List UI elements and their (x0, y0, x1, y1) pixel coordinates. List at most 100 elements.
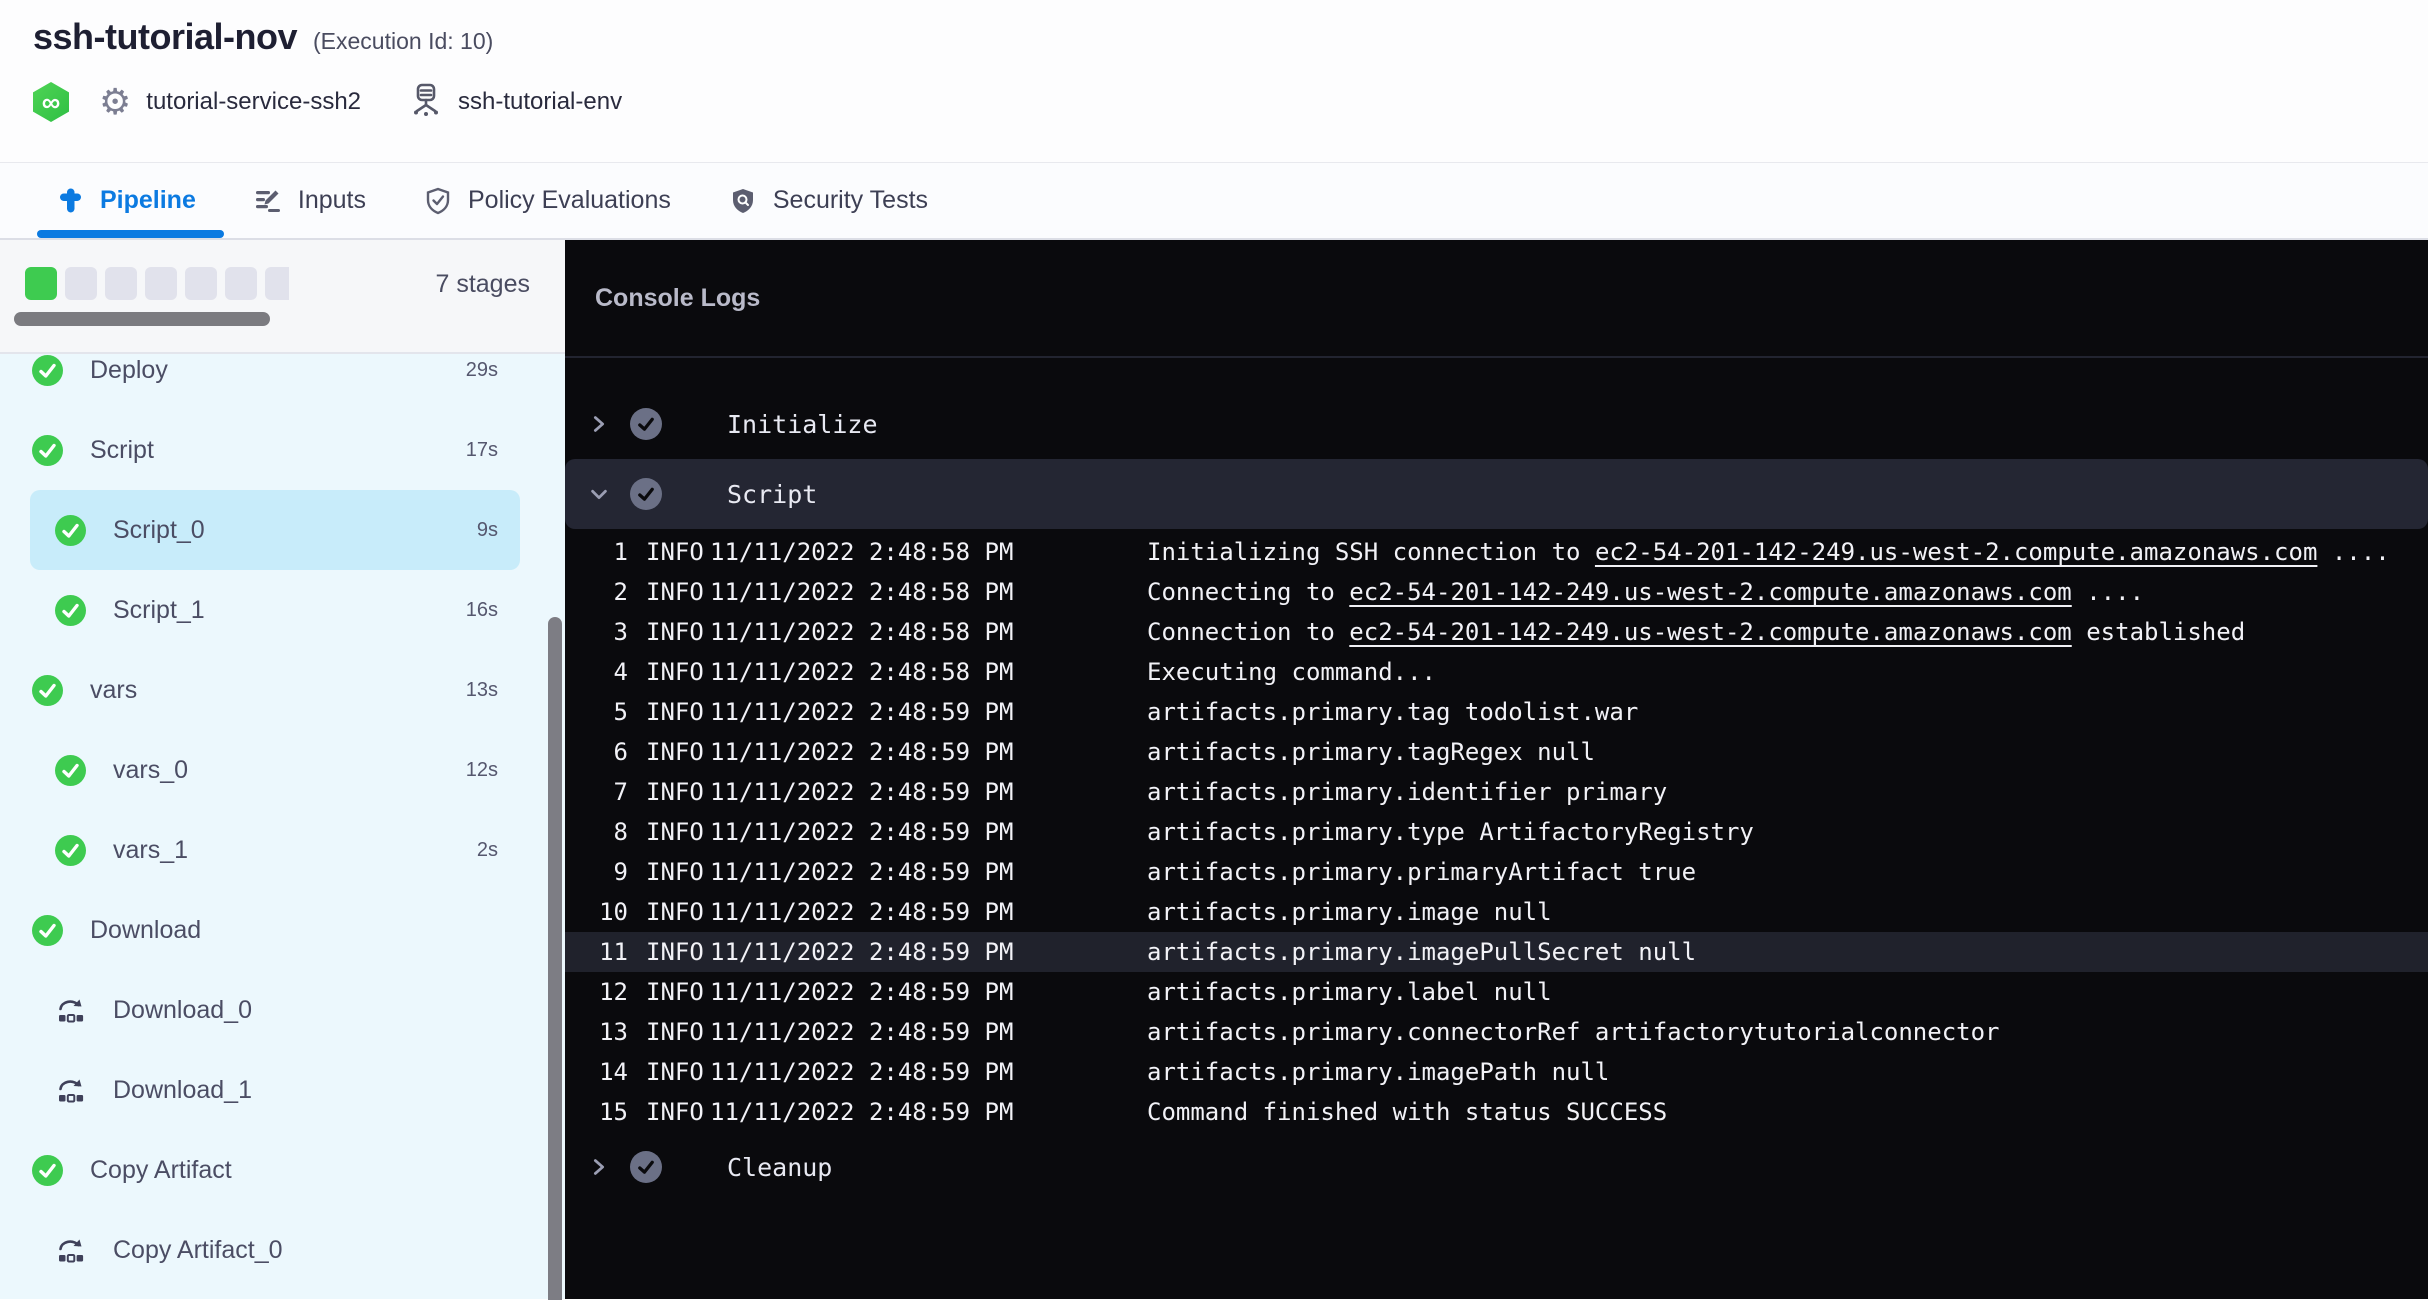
inputs-icon (254, 187, 282, 215)
log-line-number: 4 (588, 658, 628, 686)
check-circle-icon (32, 435, 63, 466)
log-line-12: 12INFO11/11/2022 2:48:59 PMartifacts.pri… (565, 972, 2428, 1012)
log-level: INFO (646, 1098, 708, 1126)
log-line-1: 1INFO11/11/2022 2:48:58 PMInitializing S… (565, 532, 2428, 572)
log-timestamp: 11/11/2022 2:48:58 PM (710, 618, 1022, 646)
log-line-6: 6INFO11/11/2022 2:48:59 PMartifacts.prim… (565, 732, 2428, 772)
stage-row-script_1[interactable]: Script_116s (30, 570, 520, 650)
tab-policy-evaluations[interactable]: Policy Evaluations (424, 163, 671, 238)
log-line-15: 15INFO11/11/2022 2:48:59 PMCommand finis… (565, 1092, 2428, 1132)
tab-label: Security Tests (773, 186, 928, 215)
stage-segment-4[interactable] (145, 267, 177, 300)
chevron-right-icon (588, 1155, 612, 1179)
stage-segment-7[interactable] (265, 267, 289, 300)
console-header: Console Logs (565, 240, 2428, 358)
log-message: artifacts.primary.imagePullSecret null (1147, 938, 1696, 966)
log-line-number: 12 (588, 978, 628, 1006)
log-line-9: 9INFO11/11/2022 2:48:59 PMartifacts.prim… (565, 852, 2428, 892)
log-section-initialize[interactable]: Initialize (565, 394, 2428, 454)
pipeline-icon (57, 187, 84, 214)
page-title: ssh-tutorial-nov (33, 16, 297, 58)
log-message-pre: artifacts.primary.tag todolist.war (1147, 698, 1638, 726)
log-section-cleanup[interactable]: Cleanup (565, 1137, 2428, 1197)
meta-row: ∞ ⚙ tutorial-service-ssh2 ssh-tutorial-e… (33, 82, 2428, 122)
stage-count-label: 7 stages (435, 270, 530, 299)
log-message: artifacts.primary.connectorRef artifacto… (1147, 1018, 2000, 1046)
stage-segment-6[interactable] (225, 267, 257, 300)
log-level: INFO (646, 618, 708, 646)
log-message: artifacts.primary.type ArtifactoryRegist… (1147, 818, 1754, 846)
log-level: INFO (646, 1018, 708, 1046)
stage-segment-3[interactable] (105, 267, 137, 300)
log-line-number: 3 (588, 618, 628, 646)
log-line-5: 5INFO11/11/2022 2:48:59 PMartifacts.prim… (565, 692, 2428, 732)
stage-row-deploy[interactable]: Deploy29s (30, 354, 520, 410)
stage-row-download_1[interactable]: Download_1 (30, 1050, 520, 1130)
section-status-icon (630, 408, 662, 440)
log-section-script[interactable]: Script (565, 459, 2428, 529)
stage-label: Deploy (90, 356, 168, 385)
stage-duration: 12s (466, 759, 520, 782)
log-level: INFO (646, 738, 708, 766)
log-timestamp: 11/11/2022 2:48:59 PM (710, 898, 1022, 926)
stage-row-script[interactable]: Script17s (30, 410, 520, 490)
host-link[interactable]: ec2-54-201-142-249.us-west-2.compute.ama… (1349, 578, 2071, 606)
vertical-scrollbar[interactable] (548, 617, 562, 1300)
stage-row-copy-artifact[interactable]: Copy Artifact (30, 1130, 520, 1210)
stages-sidebar: 7 stages Deploy29sScript17sScript_09sScr… (0, 240, 565, 1299)
stage-segment-5[interactable] (185, 267, 217, 300)
stage-label: Script_1 (113, 596, 205, 625)
log-message-post: .... (2072, 578, 2144, 606)
log-line-number: 10 (588, 898, 628, 926)
stage-row-vars[interactable]: vars13s (30, 650, 520, 730)
log-message-pre: artifacts.primary.label null (1147, 978, 1552, 1006)
stage-row-download_0[interactable]: Download_0 (30, 970, 520, 1050)
title-row: ssh-tutorial-nov (Execution Id: 10) (33, 0, 2428, 58)
tab-inputs[interactable]: Inputs (254, 163, 366, 238)
stage-duration: 2s (477, 839, 520, 862)
stage-label: Script (90, 436, 154, 465)
stage-label: vars_0 (113, 756, 188, 785)
log-level: INFO (646, 978, 708, 1006)
log-line-number: 11 (588, 938, 628, 966)
log-line-number: 8 (588, 818, 628, 846)
stage-label: vars (90, 676, 137, 705)
log-line-11: 11INFO11/11/2022 2:48:59 PMartifacts.pri… (565, 932, 2428, 972)
check-circle-icon (55, 835, 86, 866)
stage-row-vars_0[interactable]: vars_0 12s (30, 730, 520, 810)
chevron-right-icon (588, 412, 612, 436)
log-level: INFO (646, 658, 708, 686)
console-logs-panel: Console Logs InitializeScript1INFO11/11/… (565, 240, 2428, 1299)
log-message: Initializing SSH connection to ec2-54-20… (1147, 538, 2390, 566)
tab-security-tests[interactable]: Security Tests (729, 163, 928, 238)
stage-segment-1[interactable] (25, 267, 57, 300)
log-message: artifacts.primary.identifier primary (1147, 778, 1667, 806)
service-name[interactable]: tutorial-service-ssh2 (146, 88, 361, 116)
log-timestamp: 11/11/2022 2:48:59 PM (710, 1018, 1022, 1046)
stage-row-download[interactable]: Download (30, 890, 520, 970)
log-timestamp: 11/11/2022 2:48:58 PM (710, 658, 1022, 686)
section-status-icon (630, 1151, 662, 1183)
stage-row-vars_1[interactable]: vars_12s (30, 810, 520, 890)
stage-segment-2[interactable] (65, 267, 97, 300)
host-link[interactable]: ec2-54-201-142-249.us-west-2.compute.ama… (1349, 618, 2071, 646)
log-message: artifacts.primary.tag todolist.war (1147, 698, 1638, 726)
log-message: artifacts.primary.image null (1147, 898, 1552, 926)
console-body: InitializeScript1INFO11/11/2022 2:48:58 … (565, 358, 2428, 1197)
log-line-number: 6 (588, 738, 628, 766)
check-circle-icon (32, 915, 63, 946)
log-message-pre: Executing command... (1147, 658, 1436, 686)
environment-name[interactable]: ssh-tutorial-env (458, 88, 622, 116)
step-group-icon (55, 1075, 86, 1106)
log-timestamp: 11/11/2022 2:48:59 PM (710, 818, 1022, 846)
host-link[interactable]: ec2-54-201-142-249.us-west-2.compute.ama… (1595, 538, 2317, 566)
stage-row-copy-artifact_0[interactable]: Copy Artifact_0 (30, 1210, 520, 1290)
chevron-down-icon (588, 482, 612, 506)
tab-pipeline[interactable]: Pipeline (57, 163, 196, 238)
log-line-13: 13INFO11/11/2022 2:48:59 PMartifacts.pri… (565, 1012, 2428, 1052)
tab-label: Policy Evaluations (468, 186, 671, 215)
horizontal-scrollbar[interactable] (14, 312, 270, 326)
stage-row-script_0[interactable]: Script_09s (30, 490, 520, 570)
log-line-3: 3INFO11/11/2022 2:48:58 PMConnection to … (565, 612, 2428, 652)
log-message-pre: Initializing SSH connection to (1147, 538, 1595, 566)
